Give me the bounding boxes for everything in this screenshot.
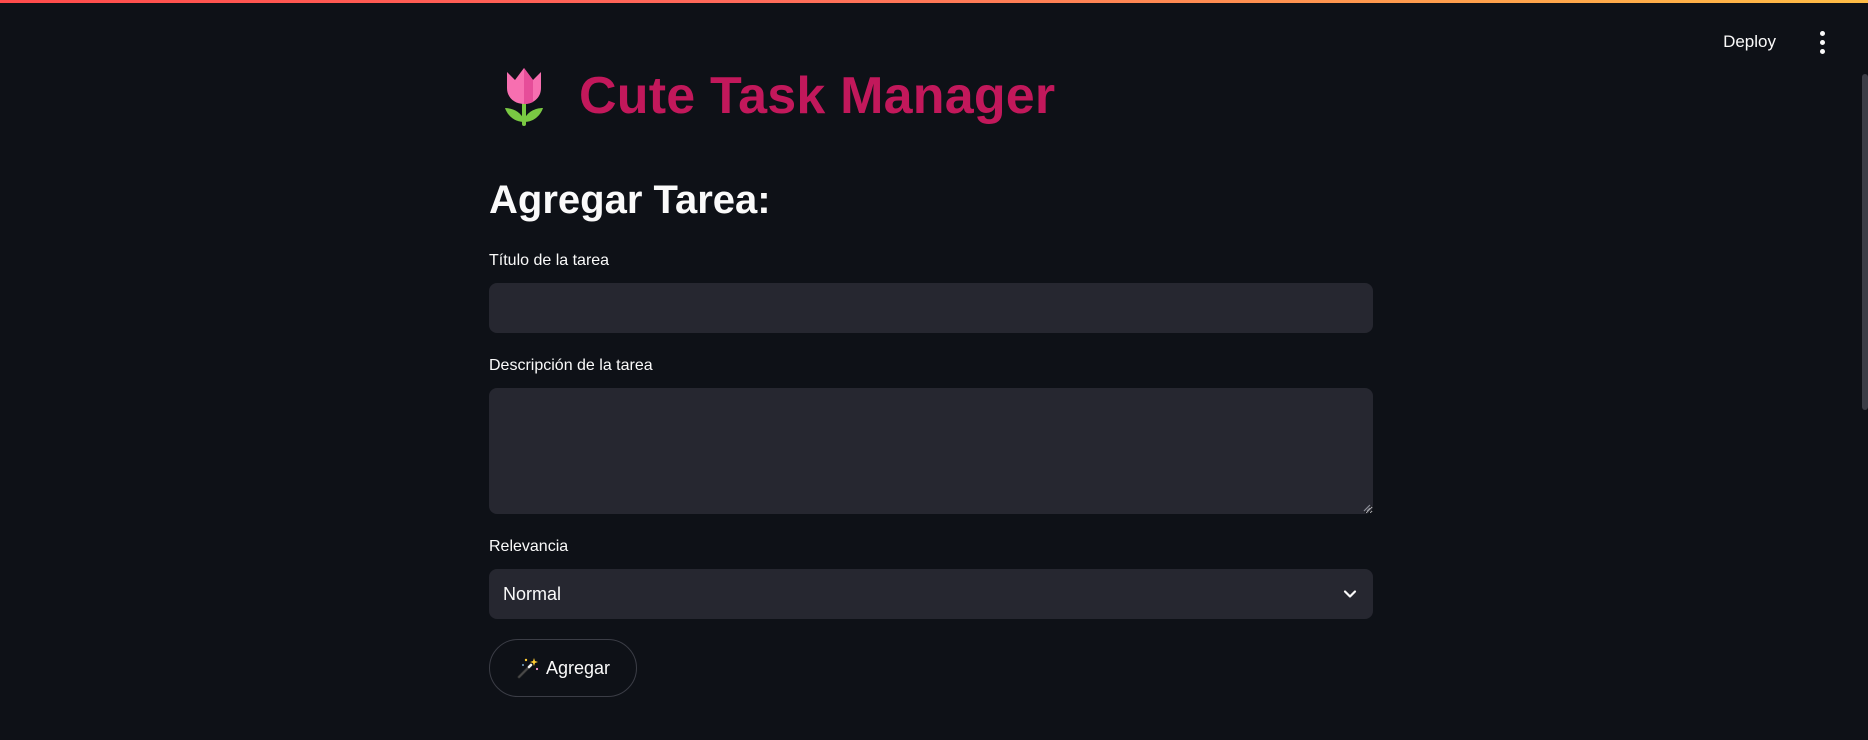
- tulip-icon: [505, 68, 543, 126]
- app-title-row: Cute Task Manager: [499, 64, 1055, 128]
- chevron-down-icon: [1343, 590, 1357, 598]
- vertical-dots-icon: [1819, 39, 1825, 45]
- relevance-select[interactable]: Normal: [489, 569, 1373, 619]
- header-toolbar: Deploy: [1717, 28, 1834, 56]
- app-title: Cute Task Manager: [579, 67, 1056, 125]
- vertical-dots-icon: [1819, 30, 1825, 36]
- section-title: Agregar Tarea:: [489, 178, 771, 222]
- add-task-button-label: Agregar: [546, 657, 611, 678]
- task-title-input[interactable]: [489, 283, 1373, 333]
- relevance-selected-value: Normal: [503, 583, 562, 604]
- add-task-button[interactable]: Agregar: [489, 639, 638, 697]
- deploy-button[interactable]: Deploy: [1717, 28, 1782, 56]
- task-description-label: Descripción de la tarea: [489, 357, 653, 374]
- app-page: Deploy Cute Task Manager Agregar Tarea: …: [0, 0, 1868, 740]
- page-scrollbar[interactable]: [1862, 74, 1868, 410]
- task-title-label: Título de la tarea: [489, 252, 610, 269]
- top-decoration-bar: [0, 0, 1868, 3]
- task-description-textarea[interactable]: [489, 388, 1373, 514]
- resize-grip-icon[interactable]: [1361, 502, 1371, 512]
- relevance-label: Relevancia: [489, 538, 569, 555]
- magic-wand-icon: [517, 658, 539, 679]
- main-menu-button[interactable]: [1810, 28, 1834, 56]
- vertical-dots-icon: [1819, 48, 1825, 54]
